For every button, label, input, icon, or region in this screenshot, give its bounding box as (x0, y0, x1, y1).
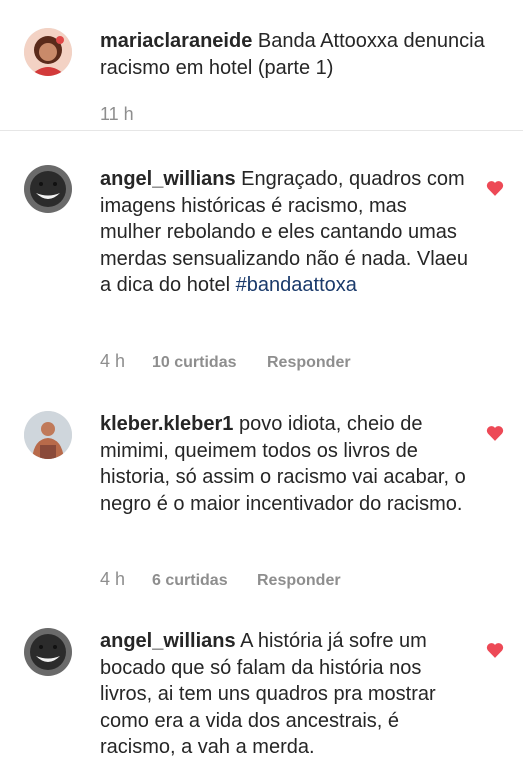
avatar[interactable] (24, 411, 72, 459)
avatar[interactable] (24, 165, 72, 213)
avatar[interactable] (24, 28, 72, 76)
comment-meta: 4 h 6 curtidas Responder (100, 569, 341, 590)
comment-username[interactable]: angel_willians (100, 168, 236, 190)
reply-button[interactable]: Responder (257, 572, 341, 590)
heart-icon[interactable] (486, 642, 504, 658)
comment-username[interactable]: angel_willians (100, 630, 236, 652)
comment-text: angel_willians A história já sofre um bo… (100, 628, 470, 761)
comment-username[interactable]: kleber.kleber1 (100, 413, 233, 435)
heart-icon[interactable] (486, 180, 504, 196)
post-username[interactable]: mariaclaraneide (100, 30, 252, 52)
heart-icon[interactable] (486, 425, 504, 441)
post-time: 11 h (100, 104, 134, 124)
comment-time: 4 h (100, 351, 126, 371)
post-caption: mariaclaraneide Banda Attooxxa denuncia … (0, 0, 523, 131)
comment-meta: 4 h 10 curtidas Responder (100, 351, 351, 372)
reply-button[interactable]: Responder (267, 354, 351, 372)
likes-count[interactable]: 10 curtidas (152, 354, 267, 372)
avatar[interactable] (24, 628, 72, 676)
comment-text: kleber.kleber1 povo idiota, cheio de mim… (100, 411, 470, 517)
caption-text: mariaclaraneide Banda Attooxxa denuncia … (100, 28, 500, 81)
hashtag-link[interactable]: #bandaattoxa (236, 274, 357, 296)
comment-text: angel_willians Engraçado, quadros com im… (100, 166, 470, 299)
likes-count[interactable]: 6 curtidas (152, 572, 257, 590)
comment-time: 4 h (100, 569, 126, 589)
